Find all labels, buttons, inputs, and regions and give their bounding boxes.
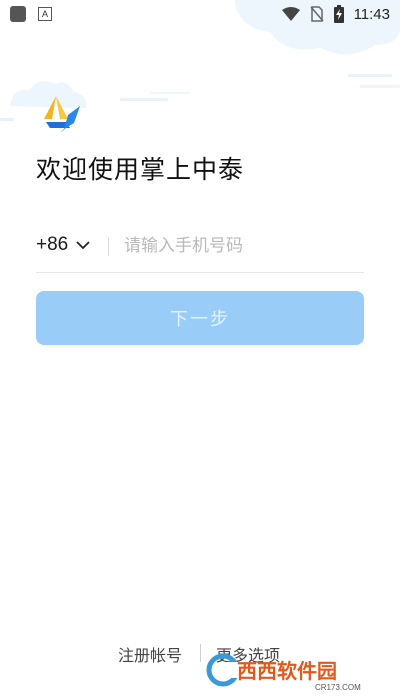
status-bar-left: A: [10, 6, 52, 22]
phone-number-input[interactable]: [124, 230, 360, 262]
cloud-decoration-left: [0, 81, 190, 121]
country-code-label: +86: [36, 234, 69, 255]
status-bar-right: 11:43: [281, 5, 390, 23]
register-account-link[interactable]: 注册帐号: [118, 642, 182, 666]
phone-input-row: +86: [36, 226, 364, 273]
next-step-button[interactable]: 下一步: [36, 291, 364, 345]
site-watermark: 西西软件园 CR173.COM: [206, 653, 361, 692]
status-bar: A 11:43: [0, 0, 400, 28]
no-sim-icon: [309, 6, 324, 22]
app-notification-icon: [10, 6, 26, 22]
footer-divider: [200, 644, 201, 662]
watermark-brand: 西西软件园: [237, 659, 337, 683]
battery-charging-icon: [333, 5, 344, 23]
zhongtai-logo-icon: [44, 96, 80, 133]
country-code-divider: [108, 238, 109, 256]
welcome-title: 欢迎使用掌上中泰: [36, 155, 245, 184]
chevron-down-icon: [76, 241, 90, 250]
text-a-icon: A: [38, 7, 52, 21]
cloud-decoration-right: [348, 74, 400, 88]
wifi-icon: [281, 7, 300, 21]
country-code-selector[interactable]: +86: [36, 234, 90, 256]
status-time: 11:43: [353, 5, 390, 23]
watermark-url: CR173.COM: [315, 683, 361, 692]
